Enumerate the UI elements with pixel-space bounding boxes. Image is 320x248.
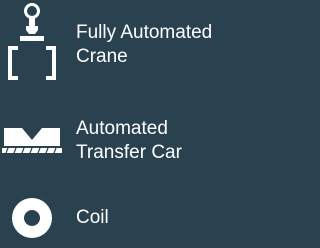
transfer-car-label-line1: Automated [76,118,168,139]
coil-label: Coil [76,207,109,228]
coil-icon [12,198,52,238]
transfer-car-label-line2: Transfer Car [76,142,182,163]
crane-label-line1: Fully Automated [76,22,213,43]
legend-item-transfer-car: Automated Transfer Car [0,108,240,168]
transfer-car-icon [2,128,62,154]
legend-item-coil: Coil [0,190,240,248]
crane-icon [8,3,56,80]
legend-item-crane: Fully Automated Crane [0,0,240,90]
legend: Fully Automated Crane Automated Transfer… [0,0,240,248]
crane-label-line2: Crane [76,46,128,67]
